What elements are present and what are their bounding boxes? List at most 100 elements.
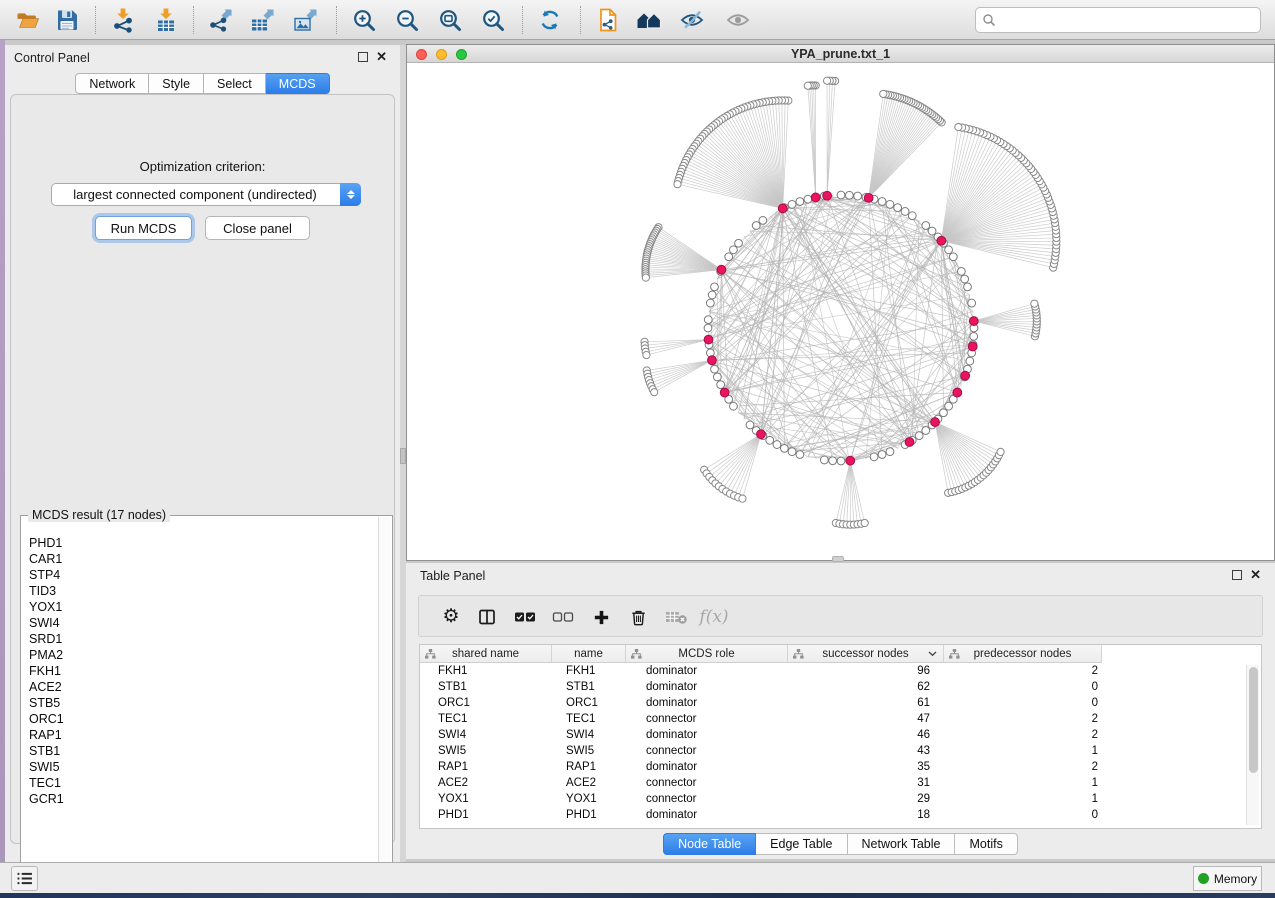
save-session-icon[interactable]: [51, 5, 83, 35]
export-image-icon[interactable]: [289, 5, 321, 35]
table-row[interactable]: SWI5SWI5connector431: [420, 743, 1261, 759]
mcds-result-item[interactable]: FKH1: [29, 663, 376, 679]
cell: 2: [944, 759, 1102, 775]
zoom-selected-icon[interactable]: [477, 5, 509, 35]
mcds-result-item[interactable]: TID3: [29, 583, 376, 599]
hide-selection-icon[interactable]: [676, 5, 708, 35]
cell: SWI5: [552, 743, 626, 759]
table-row[interactable]: STB1STB1dominator620: [420, 679, 1261, 695]
select-stepper-icon: [340, 183, 361, 206]
float-panel-icon[interactable]: [1232, 570, 1242, 580]
table-header-row: shared namenameMCDS rolesuccessor nodesp…: [420, 645, 1102, 663]
list-icon: [16, 872, 33, 885]
search-icon: [982, 13, 996, 27]
control-tab-network[interactable]: Network: [75, 73, 149, 94]
cell: PHD1: [420, 807, 552, 823]
column-header-predecessor-nodes[interactable]: predecessor nodes: [944, 645, 1102, 663]
add-column-icon[interactable]: [586, 596, 616, 638]
control-tab-mcds[interactable]: MCDS: [266, 73, 330, 94]
export-table-icon[interactable]: [246, 5, 278, 35]
table-row[interactable]: RAP1RAP1dominator352: [420, 759, 1261, 775]
optimization-criterion-select[interactable]: largest connected component (undirected): [51, 183, 361, 206]
mcds-result-list[interactable]: PHD1CAR1STP4TID3YOX1SWI4SRD1PMA2FKH1ACE2…: [29, 535, 376, 882]
table-tab-network-table[interactable]: Network Table: [848, 833, 956, 855]
close-panel-icon[interactable]: ✕: [1250, 570, 1261, 580]
table-rows: FKH1FKH1dominator962STB1STB1dominator620…: [420, 663, 1261, 828]
cell: 0: [944, 695, 1102, 711]
network-from-selection-icon[interactable]: [592, 5, 624, 35]
cell: 61: [788, 695, 944, 711]
mcds-result-item[interactable]: SRD1: [29, 631, 376, 647]
table-settings-icon[interactable]: ⚙: [436, 596, 466, 638]
deselect-all-icon[interactable]: [548, 596, 578, 638]
table-row[interactable]: PHD1PHD1dominator180: [420, 807, 1261, 823]
mcds-result-item[interactable]: SWI5: [29, 759, 376, 775]
cell: 1: [944, 743, 1102, 759]
open-file-icon[interactable]: [12, 5, 44, 35]
close-panel-icon[interactable]: ✕: [376, 52, 387, 62]
close-panel-button[interactable]: Close panel: [205, 216, 310, 240]
node-table: shared namenameMCDS rolesuccessor nodesp…: [419, 644, 1262, 829]
table-row[interactable]: ACE2ACE2connector311: [420, 775, 1261, 791]
mcds-result-item[interactable]: RAP1: [29, 727, 376, 743]
column-header-successor-nodes[interactable]: successor nodes: [788, 645, 944, 663]
column-header-MCDS-role[interactable]: MCDS role: [626, 645, 788, 663]
run-mcds-button[interactable]: Run MCDS: [95, 216, 192, 240]
mcds-result-item[interactable]: YOX1: [29, 599, 376, 615]
float-panel-icon[interactable]: [358, 52, 368, 62]
mcds-result-item[interactable]: STB5: [29, 695, 376, 711]
delete-column-icon[interactable]: [623, 596, 653, 638]
table-row[interactable]: FKH1FKH1dominator962: [420, 663, 1261, 679]
memory-button[interactable]: Memory: [1193, 866, 1262, 891]
import-table-icon[interactable]: [150, 5, 182, 35]
scrollbar-thumb[interactable]: [1249, 667, 1258, 773]
cell: connector: [626, 711, 788, 727]
network-window-titlebar[interactable]: YPA_prune.txt_1: [407, 45, 1274, 63]
table-scrollbar[interactable]: [1246, 665, 1259, 825]
mcds-result-item[interactable]: TEC1: [29, 775, 376, 791]
control-tab-style[interactable]: Style: [149, 73, 204, 94]
horizontal-splitter-handle[interactable]: [832, 556, 844, 562]
mcds-result-item[interactable]: SWI4: [29, 615, 376, 631]
refresh-layout-icon[interactable]: [534, 5, 566, 35]
mcds-result-item[interactable]: STP4: [29, 567, 376, 583]
select-all-icon[interactable]: [510, 596, 540, 638]
mcds-result-item[interactable]: STB1: [29, 743, 376, 759]
mcds-result-item[interactable]: ACE2: [29, 679, 376, 695]
table-row[interactable]: TEC1TEC1connector472: [420, 711, 1261, 727]
column-header-shared-name[interactable]: shared name: [420, 645, 552, 663]
show-all-icon[interactable]: [722, 5, 754, 35]
search-field[interactable]: [996, 10, 1260, 30]
delete-table-icon[interactable]: [661, 596, 691, 638]
table-row[interactable]: YOX1YOX1connector291: [420, 791, 1261, 807]
table-row[interactable]: SWI4SWI4dominator462: [420, 727, 1261, 743]
first-neighbors-icon[interactable]: [633, 5, 665, 35]
table-tab-node-table[interactable]: Node Table: [663, 833, 756, 855]
mcds-result-item[interactable]: PHD1: [29, 535, 376, 551]
mcds-result-item[interactable]: PMA2: [29, 647, 376, 663]
criterion-selected-value: largest connected component (undirected): [52, 187, 340, 202]
cell: 35: [788, 759, 944, 775]
cell: SWI4: [552, 727, 626, 743]
table-tab-edge-table[interactable]: Edge Table: [756, 833, 847, 855]
control-tab-select[interactable]: Select: [204, 73, 266, 94]
search-input[interactable]: [975, 7, 1261, 33]
cell: 1: [944, 791, 1102, 807]
mcds-result-item[interactable]: CAR1: [29, 551, 376, 567]
mcds-result-item[interactable]: GCR1: [29, 791, 376, 807]
column-header-name[interactable]: name: [552, 645, 626, 663]
zoom-in-icon[interactable]: [348, 5, 380, 35]
export-network-icon[interactable]: [204, 5, 236, 35]
mcds-result-item[interactable]: ORC1: [29, 711, 376, 727]
table-row[interactable]: ORC1ORC1dominator610: [420, 695, 1261, 711]
function-builder-icon[interactable]: f(x): [699, 596, 729, 638]
zoom-fit-icon[interactable]: [434, 5, 466, 35]
table-tab-motifs[interactable]: Motifs: [955, 833, 1017, 855]
task-history-button[interactable]: [11, 866, 38, 891]
show-column-panel-icon[interactable]: [472, 596, 502, 638]
import-network-icon[interactable]: [107, 5, 139, 35]
network-canvas[interactable]: [407, 63, 1274, 560]
zoom-out-icon[interactable]: [391, 5, 423, 35]
mcds-result-scrollbar[interactable]: [378, 517, 391, 885]
cell: STB1: [552, 679, 626, 695]
